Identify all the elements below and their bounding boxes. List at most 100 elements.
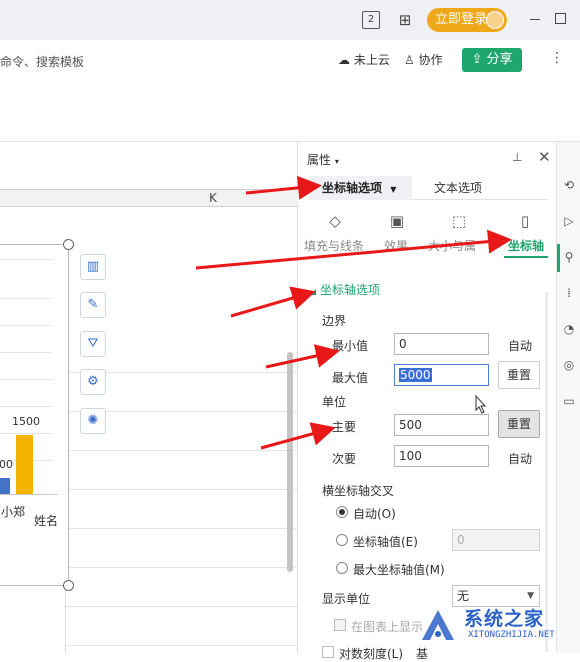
chevron-down-icon: ▼ <box>390 185 397 194</box>
category-effects[interactable]: 效果 <box>384 237 408 254</box>
command-search-hint[interactable]: 命令、搜索模板 <box>0 53 84 70</box>
resize-handle[interactable] <box>63 239 74 250</box>
login-button[interactable]: 立即登录 <box>427 8 507 32</box>
category-axis[interactable]: 坐标轴 <box>508 237 544 254</box>
max-value-input[interactable]: 5000 <box>394 364 489 386</box>
show-unit-checkbox[interactable] <box>334 619 346 631</box>
cross-axis-value-text: 0 <box>457 533 465 547</box>
shape-tool-icon[interactable]: ⟲ <box>562 178 576 192</box>
tab-text-options[interactable]: 文本选项 <box>434 176 482 200</box>
category-fill-line[interactable]: 填充与线条 <box>304 237 364 254</box>
section-axis-options[interactable]: ◢ 坐标轴选项 <box>310 281 380 298</box>
max-reset-button[interactable]: 重置 <box>498 361 540 389</box>
panel-title-label: 属性 <box>307 153 332 167</box>
close-icon[interactable]: ✕ <box>538 148 551 166</box>
cross-axis-value-input[interactable]: 0 <box>452 529 540 551</box>
minor-label: 次要 <box>332 452 357 466</box>
tab-axis-options-label: 坐标轴选项 <box>322 181 383 195</box>
category-label: 小郑 <box>1 505 26 519</box>
properties-sliders-icon[interactable]: ⚲ <box>562 250 576 264</box>
maximize-icon[interactable] <box>555 13 566 24</box>
minor-unit-input[interactable]: 100 <box>394 445 489 467</box>
triangle-down-icon: ◢ <box>310 287 317 296</box>
title-bar: 2 ⊞ 立即登录 <box>0 0 580 40</box>
chart-settings-gear-icon[interactable]: ⚙ <box>80 369 106 395</box>
log-scale-checkbox[interactable] <box>322 646 334 658</box>
units-heading: 单位 <box>322 395 347 409</box>
chart-bar[interactable] <box>16 435 33 494</box>
show-unit-label: 在图表上显示 <box>351 620 424 634</box>
effects-icon[interactable]: ▣ <box>386 210 408 232</box>
chart-baseline <box>0 494 58 495</box>
category-active-indicator <box>504 256 548 258</box>
location-icon[interactable]: ◎ <box>562 358 576 372</box>
grid-line <box>66 567 298 568</box>
display-unit-value: 无 <box>457 589 470 603</box>
size-properties-icon[interactable]: ⬚ <box>448 210 470 232</box>
log-scale-label: 对数刻度(L) <box>339 647 404 661</box>
minor-unit-text: 100 <box>399 449 422 463</box>
sheet-view-label: 2 <box>367 14 375 25</box>
selection-icon[interactable]: ⁞ <box>562 286 576 300</box>
panel-tabs: 坐标轴选项 ▼ 文本选项 <box>308 176 548 200</box>
radio-cross-auto-label[interactable]: 自动(O) <box>353 505 396 522</box>
watermark-title: 系统之家 <box>464 608 545 630</box>
radio-cross-max[interactable] <box>336 562 348 574</box>
max-label: 最大值 <box>332 371 369 385</box>
radio-cross-axis-value-label[interactable]: 坐标轴值(E) <box>353 533 418 550</box>
watermark-url: XITONGZHIJIA.NET <box>468 630 555 640</box>
axis-bars-icon[interactable]: ▯ <box>514 210 536 232</box>
chart-elements-icon[interactable]: ▥ <box>80 254 106 280</box>
major-unit-input[interactable]: 500 <box>394 414 489 436</box>
chart-bar[interactable] <box>0 478 10 494</box>
collaborate-button[interactable]: ♙ 协作 <box>404 52 443 68</box>
resize-handle[interactable] <box>63 580 74 591</box>
grid-line <box>66 606 298 607</box>
cloud-status-button[interactable]: ☁ 未上云 <box>338 52 390 68</box>
ribbon: 命令、搜索模板 ☁ 未上云 ♙ 协作 ⇪ 分享 ⋮ <box>0 40 580 142</box>
properties-panel: 属性 ▾ ⊥ ✕ 坐标轴选项 ▼ 文本选项 ◇ ▣ ⬚ ▯ 填充与线条 效果 大… <box>298 142 556 661</box>
radio-cross-auto[interactable] <box>336 506 348 518</box>
radio-cross-max-label[interactable]: 最大坐标轴值(M) <box>353 561 445 578</box>
tab-axis-options[interactable]: 坐标轴选项 ▼ <box>308 176 412 200</box>
grid-line <box>66 528 298 529</box>
grid-apps-icon[interactable]: ⊞ <box>396 11 414 29</box>
chart-idea-bulb-icon[interactable]: ✺ <box>80 408 106 434</box>
data-label: 00 <box>0 458 13 471</box>
watermark-logo-icon <box>422 610 454 640</box>
max-value-text: 5000 <box>399 368 432 382</box>
panel-scrollbar[interactable] <box>545 292 548 652</box>
min-status: 自动 <box>508 339 533 353</box>
chart-filter-icon[interactable]: ⛛ <box>80 331 106 357</box>
share-icon: ⇪ <box>471 52 483 67</box>
chevron-down-icon: ▾ <box>334 157 339 166</box>
chart-gridline <box>0 325 52 326</box>
chart-gridline <box>0 406 52 407</box>
chart-object[interactable]: 00 1500 小郑 姓名 <box>0 244 69 586</box>
cloud-status-label: 未上云 <box>353 53 390 67</box>
chart-style-brush-icon[interactable]: ✎ <box>80 292 106 318</box>
pin-icon[interactable]: ⊥ <box>512 150 522 164</box>
share-button[interactable]: ⇪ 分享 <box>462 48 522 72</box>
min-label: 最小值 <box>332 339 369 353</box>
cross-heading: 横坐标轴交叉 <box>322 484 395 498</box>
radio-cross-axis-value[interactable] <box>336 534 348 546</box>
panel-title[interactable]: 属性 ▾ <box>307 151 339 168</box>
chart-gridline <box>0 298 52 299</box>
min-value-input[interactable]: 0 <box>394 333 489 355</box>
watermark: 系统之家 XITONGZHIJIA.NET <box>418 602 580 653</box>
collaborate-label: 协作 <box>418 53 443 67</box>
category-size-properties[interactable]: 大小与属 <box>428 237 476 254</box>
palette-icon[interactable]: ◔ <box>562 322 576 336</box>
sheet-scrollbar[interactable] <box>287 352 293 572</box>
book-icon[interactable]: ▭ <box>562 394 576 408</box>
minimize-icon[interactable] <box>530 19 540 20</box>
major-reset-button[interactable]: 重置 <box>498 410 540 438</box>
pointer-icon[interactable]: ▷ <box>562 214 576 228</box>
column-header-k[interactable]: K <box>209 191 217 205</box>
fill-bucket-icon[interactable]: ◇ <box>324 210 346 232</box>
data-label: 1500 <box>12 415 40 428</box>
sheet-view-icon[interactable]: 2 <box>362 11 380 29</box>
chart-gridline <box>0 259 52 260</box>
more-options-icon[interactable]: ⋮ <box>550 50 564 66</box>
